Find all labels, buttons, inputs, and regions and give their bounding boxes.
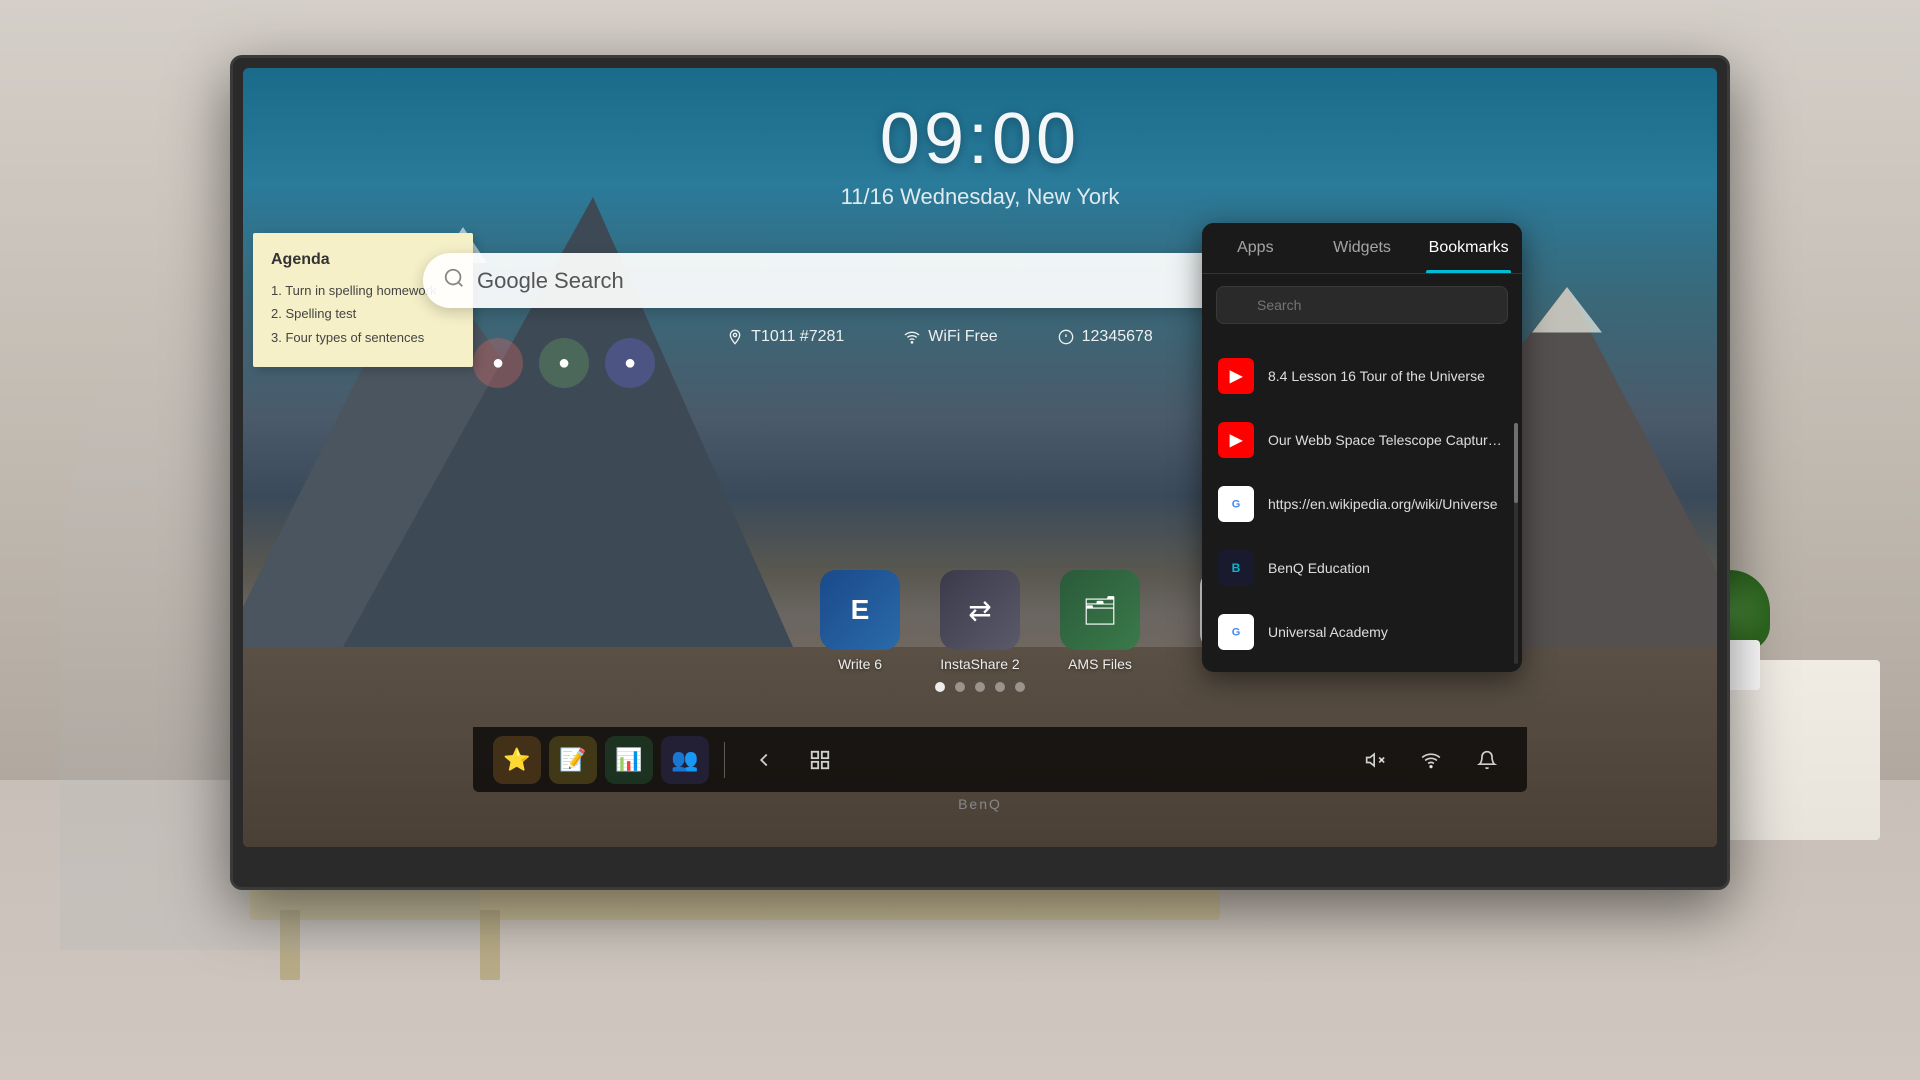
taskbar-star-app[interactable]: ⭐ xyxy=(493,736,541,784)
taskbar-sticky-app[interactable]: 📝 xyxy=(549,736,597,784)
taskbar-divider xyxy=(724,742,725,778)
panel-search-area: 🔍 xyxy=(1202,274,1522,336)
ams-label: AMS Files xyxy=(1068,656,1132,672)
inshare-icon-img: ⇄ xyxy=(940,570,1020,650)
bookmark-item-4[interactable]: B BenQ Education xyxy=(1202,536,1522,600)
tab-bookmarks[interactable]: Bookmarks xyxy=(1415,223,1522,273)
taskbar-mute-btn[interactable] xyxy=(1355,740,1395,780)
wifi-status: WiFi Free xyxy=(928,328,997,346)
scrollbar-thumb[interactable] xyxy=(1514,423,1518,503)
desktop-icons: E Write 6 ⇄ InstaShare 2 🗂 AMS Files xyxy=(820,570,1140,672)
scrollbar-track xyxy=(1514,423,1518,664)
clock-display: 09:00 11/16 Wednesday, New York xyxy=(841,98,1120,210)
dot-4[interactable] xyxy=(995,682,1005,692)
panel-search-input[interactable] xyxy=(1216,286,1508,324)
svg-text:G: G xyxy=(1232,499,1241,511)
bookmark-favicon-1: ▶ xyxy=(1218,358,1254,394)
bookmark-item-1[interactable]: ▶ 8.4 Lesson 16 Tour of the Universe xyxy=(1202,344,1522,408)
bookmark-title-1: 8.4 Lesson 16 Tour of the Universe xyxy=(1268,368,1485,384)
desk-leg xyxy=(480,910,500,980)
write6-icon-img: E xyxy=(820,570,900,650)
bookmark-title-3: https://en.wikipedia.org/wiki/Universe xyxy=(1268,496,1498,512)
bookmark-favicon-5: G xyxy=(1218,614,1254,650)
wifi-item: WiFi Free xyxy=(904,328,997,346)
bookmark-item-3[interactable]: G https://en.wikipedia.org/wiki/Universe xyxy=(1202,472,1522,536)
clock-date: 11/16 Wednesday, New York xyxy=(841,184,1120,210)
clock-time: 09:00 xyxy=(841,98,1120,180)
page-dots xyxy=(935,682,1025,692)
tv-screen: 09:00 11/16 Wednesday, New York Agenda 1… xyxy=(243,68,1717,847)
bookmark-favicon-2: ▶ xyxy=(1218,422,1254,458)
dot-1[interactable] xyxy=(935,682,945,692)
ams-icon-img: 🗂 xyxy=(1060,570,1140,650)
taskbar: ⭐ 📝 📊 👥 xyxy=(473,727,1527,792)
write6-icon[interactable]: E Write 6 xyxy=(820,570,900,672)
tab-apps[interactable]: Apps xyxy=(1202,223,1309,273)
bookmark-list: ▶ 8.4 Lesson 16 Tour of the Universe ▶ O… xyxy=(1202,336,1522,672)
taskbar-wifi-btn[interactable] xyxy=(1411,740,1451,780)
taskbar-sheets-app[interactable]: 📊 xyxy=(605,736,653,784)
dot-5[interactable] xyxy=(1015,682,1025,692)
taskbar-nav-btns xyxy=(740,736,844,784)
search-icon xyxy=(443,267,465,294)
taskbar-teams-app[interactable]: 👥 xyxy=(661,736,709,784)
room-id: T1011 #7281 xyxy=(751,328,844,346)
right-panel: Apps Widgets Bookmarks 🔍 ▶ 8.4 Lesson xyxy=(1202,223,1522,672)
svg-text:G: G xyxy=(1232,627,1241,639)
bookmark-favicon-4: B xyxy=(1218,550,1254,586)
bookmark-title-2: Our Webb Space Telescope Captures a Cosm… xyxy=(1268,432,1506,448)
taskbar-bell-btn[interactable] xyxy=(1467,740,1507,780)
ams-icon[interactable]: 🗂 AMS Files xyxy=(1060,570,1140,672)
dot-2[interactable] xyxy=(955,682,965,692)
tab-widgets[interactable]: Widgets xyxy=(1309,223,1416,273)
dot-3[interactable] xyxy=(975,682,985,692)
bookmark-item-5[interactable]: G Universal Academy xyxy=(1202,600,1522,664)
room-id-item: T1011 #7281 xyxy=(727,328,844,346)
bookmark-title-5: Universal Academy xyxy=(1268,624,1388,640)
taskbar-right xyxy=(1355,740,1507,780)
pin-number: 12345678 xyxy=(1082,328,1153,346)
write6-label: Write 6 xyxy=(838,656,882,672)
taskbar-back-btn[interactable] xyxy=(740,736,788,784)
taskbar-grid-btn[interactable] xyxy=(796,736,844,784)
tv-frame: 09:00 11/16 Wednesday, New York Agenda 1… xyxy=(230,55,1730,890)
bookmark-title-4: BenQ Education xyxy=(1268,560,1370,576)
bookmark-favicon-3: G xyxy=(1218,486,1254,522)
bookmark-item-2[interactable]: ▶ Our Webb Space Telescope Captures a Co… xyxy=(1202,408,1522,472)
taskbar-apps: ⭐ 📝 📊 👥 xyxy=(493,736,709,784)
pin-item: 12345678 xyxy=(1058,328,1153,346)
inshare-icon[interactable]: ⇄ InstaShare 2 xyxy=(940,570,1020,672)
inshare-label: InstaShare 2 xyxy=(940,656,1019,672)
benq-brand-label: BenQ xyxy=(958,796,1002,812)
panel-tabs: Apps Widgets Bookmarks xyxy=(1202,223,1522,274)
